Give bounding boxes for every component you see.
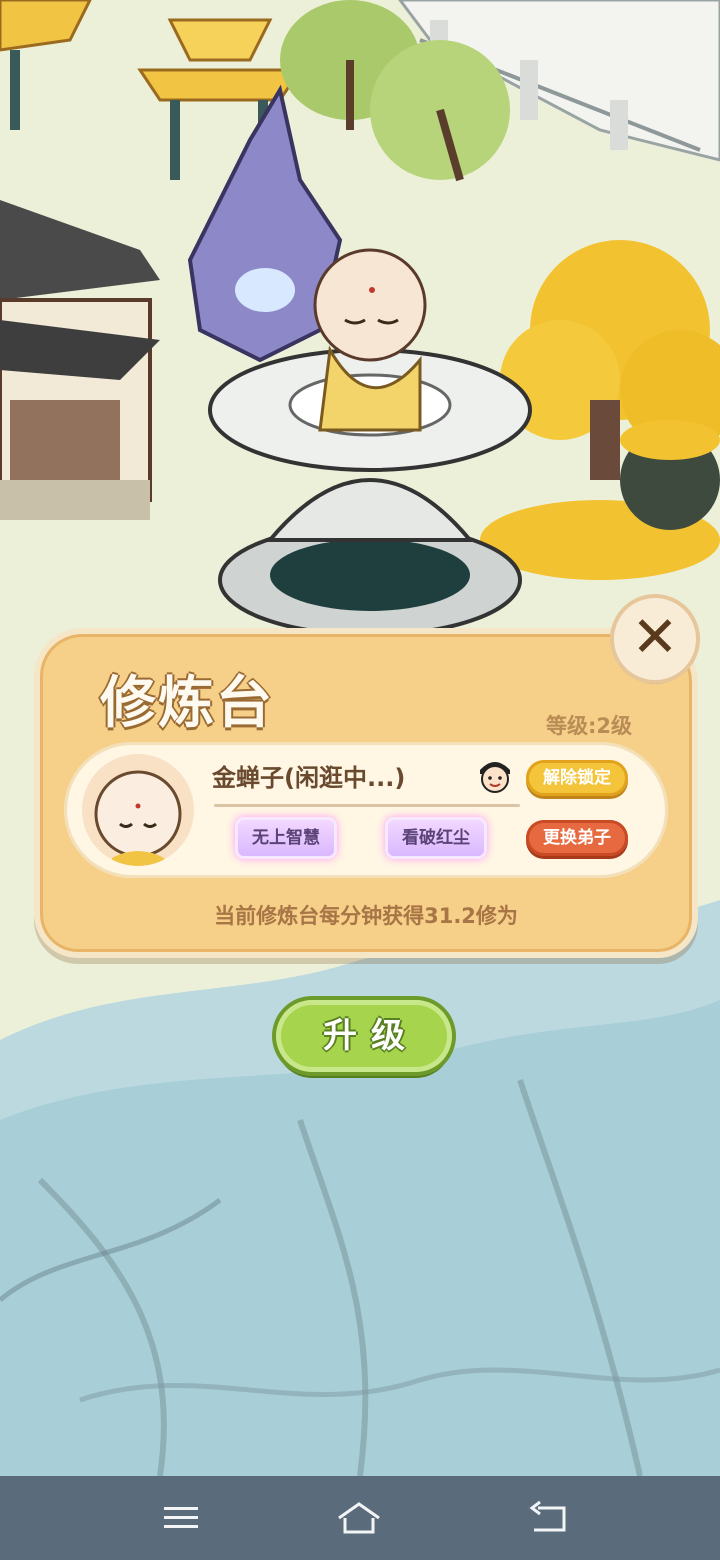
upgrade-button[interactable]: 升级: [276, 1000, 452, 1072]
monk-avatar-icon: [94, 770, 182, 866]
close-button[interactable]: ✕: [614, 598, 696, 680]
back-icon[interactable]: [524, 1496, 574, 1540]
home-icon[interactable]: [334, 1496, 384, 1540]
trait-badge: 看破红尘: [388, 820, 484, 856]
swap-disciple-button[interactable]: 更换弟子: [526, 820, 628, 856]
system-nav-bar: [0, 1476, 720, 1560]
panel-title: 修炼台: [100, 671, 274, 736]
disciple-avatar[interactable]: [82, 754, 194, 866]
disciple-face-icon: [480, 762, 510, 793]
cultivation-rate-text: 当前修炼台每分钟获得31.2修为: [214, 904, 518, 928]
name-divider: [214, 804, 520, 807]
trait-badge: 无上智慧: [238, 820, 334, 856]
menu-icon[interactable]: [156, 1496, 206, 1540]
cultivation-panel: 修炼台 等级:2级 金蝉子(闲逛中...) 无上智慧 看破红尘 解除锁定 更换弟…: [34, 628, 698, 958]
level-label: 等级:2级: [545, 714, 632, 738]
close-icon: ✕: [631, 605, 679, 670]
disciple-card: 金蝉子(闲逛中...) 无上智慧 看破红尘 解除锁定 更换弟子: [64, 742, 668, 878]
disciple-name: 金蝉子(闲逛中...): [212, 764, 406, 792]
unlock-button[interactable]: 解除锁定: [526, 760, 628, 796]
